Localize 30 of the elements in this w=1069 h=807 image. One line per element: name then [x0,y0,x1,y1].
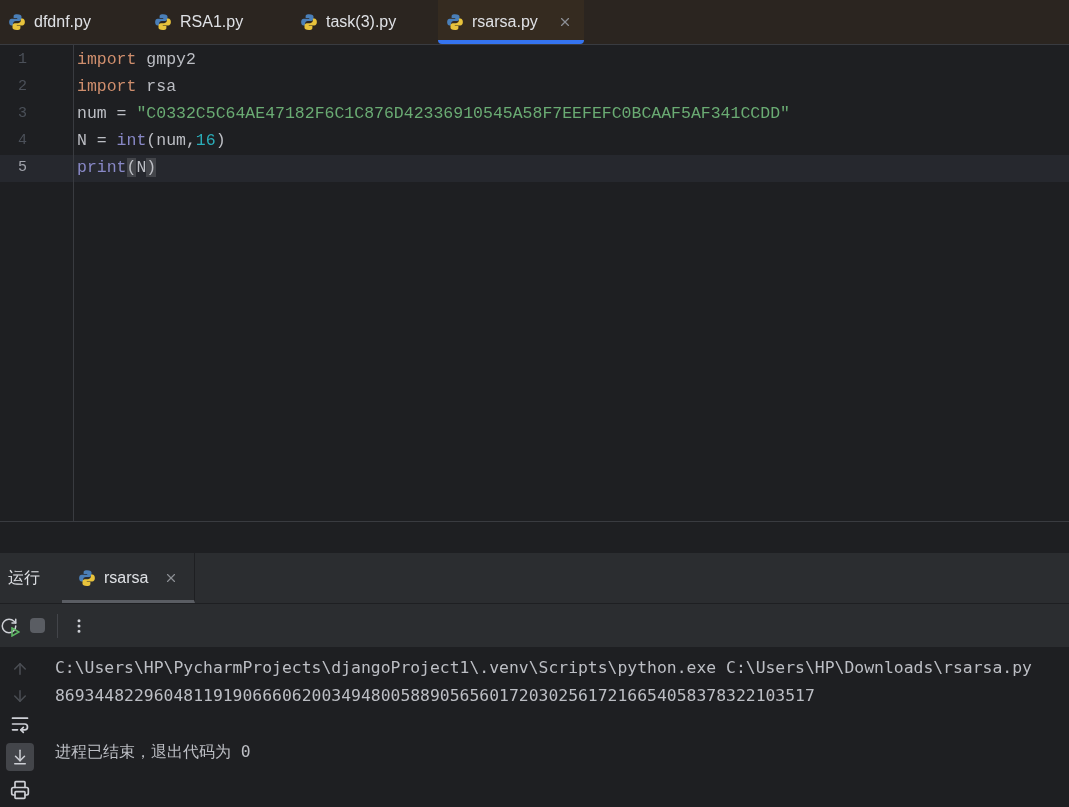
python-icon [8,13,26,31]
python-icon [300,13,318,31]
tab-label: rsarsa.py [472,12,538,32]
line-number: 5 [18,158,27,179]
python-icon [78,569,96,587]
editor-tab[interactable]: RSA1.py [146,0,292,44]
editor-tab[interactable]: rsarsa.py [438,0,584,44]
code-line: print(N) [77,157,157,180]
close-icon[interactable] [558,15,572,29]
scroll-to-end-icon [11,748,29,766]
tab-label: dfdnf.py [34,12,91,32]
editor-tab[interactable]: dfdnf.py [0,0,146,44]
code-line: num = "C0332C5C64AE47182F6C1C876D42336910545A58F7EEFEFC0BCAAF5AF341CCDD" [77,103,790,126]
soft-wrap-icon[interactable] [10,714,30,734]
scroll-to-end-button[interactable] [6,743,34,771]
print-icon[interactable] [10,780,30,800]
console-output-line: 86934482296048119190666062003494800588905656017203025617216654058378322103517 [55,684,815,707]
tab-label: rsarsa [104,568,149,588]
python-icon [446,13,464,31]
editor-tab[interactable]: task(3).py [292,0,438,44]
tab-label: task(3).py [326,12,397,32]
run-panel-title: 运行 [7,568,41,588]
tab-label: RSA1.py [180,12,244,32]
code-line: N = int(num,16) [77,130,226,153]
rerun-icon[interactable] [0,616,18,635]
console-output-line: C:\Users\HP\PycharmProjects\djangoProject1\.venv\Scripts\python.exe C:\Users\HP\Downloads\rsarsa.py [55,656,1032,679]
python-icon [154,13,172,31]
exit-message: 进程已结束，退出代码为 0 [55,740,251,763]
code-line: import gmpy2 [77,49,196,72]
code-line: import rsa [77,76,177,99]
